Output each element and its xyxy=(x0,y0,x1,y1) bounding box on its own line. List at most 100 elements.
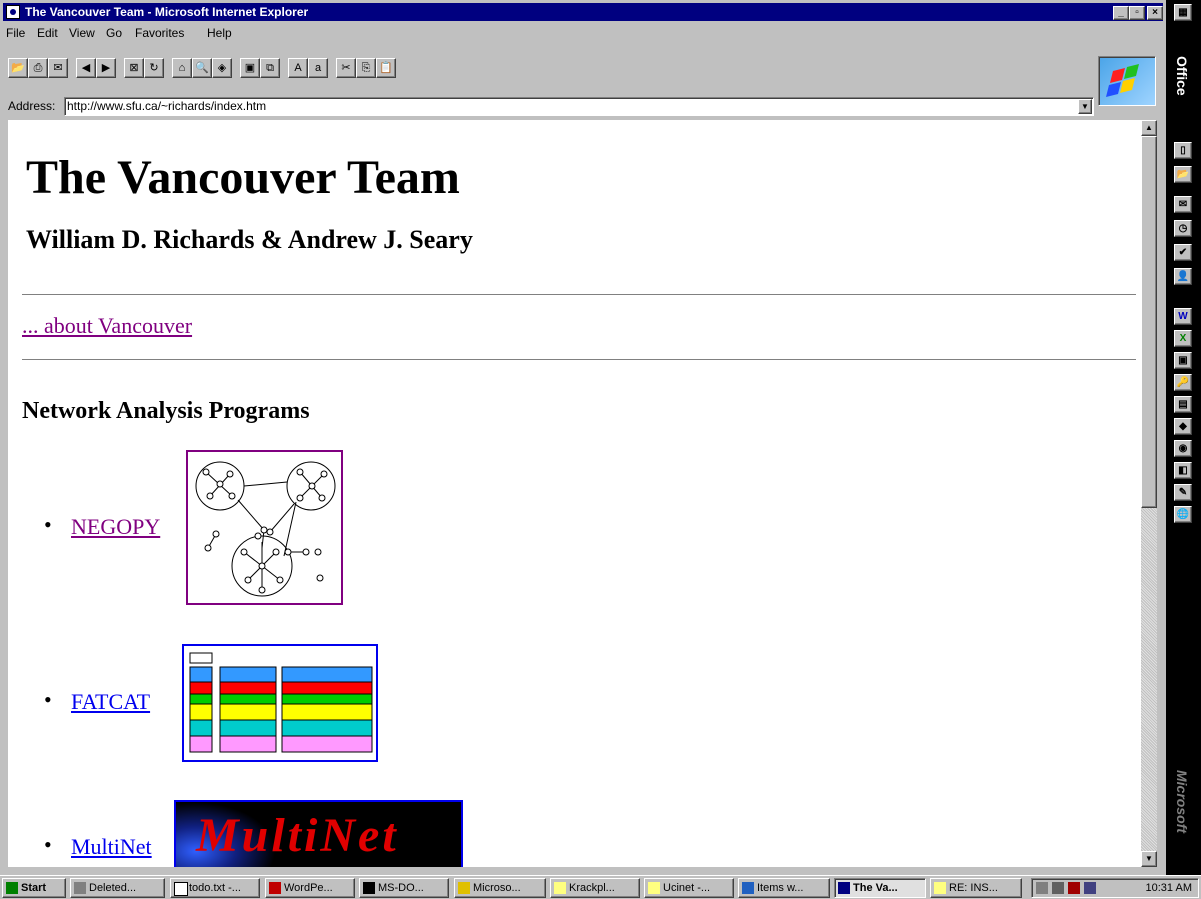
powerpoint-icon[interactable]: ▣ xyxy=(1174,352,1192,369)
clock[interactable]: 10:31 AM xyxy=(1146,882,1192,894)
scroll-down-icon[interactable]: ▼ xyxy=(1141,851,1157,867)
fatcat-table-image[interactable] xyxy=(182,644,378,762)
address-label: Address: xyxy=(8,99,56,113)
print-icon[interactable]: ⎙ xyxy=(28,58,48,78)
divider xyxy=(22,294,1136,296)
task-icon[interactable]: ✔ xyxy=(1174,244,1192,261)
address-input[interactable]: http://www.sfu.ca/~richards/index.htm ▼ xyxy=(64,97,1094,116)
open-document-icon[interactable]: 📂 xyxy=(1174,166,1192,183)
taskbar-item[interactable]: Krackpl... xyxy=(550,878,640,898)
monitor-icon[interactable] xyxy=(1084,882,1096,894)
multinet-link[interactable]: MultiNet xyxy=(71,834,152,860)
notepad-icon xyxy=(174,882,188,896)
battery-icon[interactable] xyxy=(1068,882,1080,894)
network-icon[interactable] xyxy=(1036,882,1048,894)
mail-icon xyxy=(554,882,566,894)
maximize-button[interactable]: ▫ xyxy=(1129,6,1145,20)
start-button[interactable]: Start xyxy=(2,878,66,898)
taskbar-item[interactable]: Deleted... xyxy=(70,878,165,898)
open-folder-icon[interactable]: 📂 xyxy=(8,58,28,78)
taskbar-item[interactable]: Ucinet -... xyxy=(644,878,734,898)
internet-icon[interactable]: 🌐 xyxy=(1174,506,1192,523)
back-icon[interactable]: ◀ xyxy=(76,58,96,78)
authors: William D. Richards & Andrew J. Seary xyxy=(26,225,473,254)
access-icon[interactable]: 🔑 xyxy=(1174,374,1192,391)
taskbar-item[interactable]: MS-DO... xyxy=(359,878,449,898)
appointment-icon[interactable]: ◷ xyxy=(1174,220,1192,237)
bullet: • xyxy=(44,832,52,857)
minimize-button[interactable]: _ xyxy=(1113,6,1129,20)
font-smaller-icon[interactable]: a xyxy=(308,58,328,78)
divider xyxy=(22,359,1136,361)
refresh-icon[interactable]: ↻ xyxy=(144,58,164,78)
stop-icon[interactable]: ⊠ xyxy=(124,58,144,78)
taskbar-item[interactable]: WordPe... xyxy=(265,878,355,898)
menu-help[interactable]: Help xyxy=(207,26,232,40)
menu-go[interactable]: Go xyxy=(106,26,122,40)
paint-icon[interactable]: ✎ xyxy=(1174,484,1192,501)
negopy-link[interactable]: NEGOPY xyxy=(71,514,160,540)
ie-icon[interactable] xyxy=(6,5,20,19)
key-icon xyxy=(458,882,470,894)
browser-window: The Vancouver Team - Microsoft Internet … xyxy=(0,0,1166,875)
menu-edit[interactable]: Edit xyxy=(37,26,58,40)
favorites-icon[interactable]: ◈ xyxy=(212,58,232,78)
close-button[interactable]: × xyxy=(1147,6,1163,20)
bullet: • xyxy=(44,512,52,537)
wordperfect-icon xyxy=(269,882,281,894)
font-larger-icon[interactable]: A xyxy=(288,58,308,78)
mail-icon xyxy=(648,882,660,894)
negopy-network-image[interactable] xyxy=(186,450,343,605)
menu-view[interactable]: View xyxy=(69,26,95,40)
msdos-icon xyxy=(363,882,375,894)
toolbar: 📂 ⎙ ✉ ◀ ▶ ⊠ ↻ ⌂ 🔍 ◈ ▣ ⧉ A a ✂ ⎘ 📋 xyxy=(8,58,1088,84)
taskbar-item[interactable]: todo.txt -... xyxy=(170,878,260,898)
binder-icon[interactable]: ◆ xyxy=(1174,418,1192,435)
msdos-icon[interactable]: ▤ xyxy=(1174,396,1192,413)
volume-icon[interactable] xyxy=(1052,882,1064,894)
notebook-icon[interactable]: ◧ xyxy=(1174,462,1192,479)
menu-file[interactable]: File xyxy=(6,26,25,40)
explorer-icon[interactable]: ◉ xyxy=(1174,440,1192,457)
fullscreen-icon[interactable]: ⧉ xyxy=(260,58,280,78)
microsoft-brand: Microsoft xyxy=(1174,770,1190,833)
section-heading: Network Analysis Programs xyxy=(22,398,310,424)
menu-bar: File Edit View Go Favorites Help xyxy=(3,22,1163,42)
menu-favorites[interactable]: Favorites xyxy=(135,26,184,40)
send-mail-icon[interactable]: ✉ xyxy=(1174,196,1192,213)
paste-icon[interactable]: 📋 xyxy=(376,58,396,78)
multinet-logo-text: MultiNet xyxy=(196,809,399,862)
taskbar-item[interactable]: RE: INS... xyxy=(930,878,1022,898)
contact-icon[interactable]: 👤 xyxy=(1174,268,1192,285)
new-document-icon[interactable]: ▯ xyxy=(1174,142,1192,159)
office-menu-icon[interactable]: ▦ xyxy=(1174,4,1192,21)
mail-icon[interactable]: ✉ xyxy=(48,58,68,78)
bullet: • xyxy=(44,687,52,712)
recycle-icon xyxy=(74,882,86,894)
about-vancouver-link[interactable]: ... about Vancouver xyxy=(22,313,192,339)
excel-icon[interactable]: X xyxy=(1174,330,1192,347)
taskbar-item[interactable]: Items w... xyxy=(738,878,830,898)
address-value: http://www.sfu.ca/~richards/index.htm xyxy=(67,99,267,113)
forward-icon[interactable]: ▶ xyxy=(96,58,116,78)
copy-icon[interactable]: ⎘ xyxy=(356,58,376,78)
scroll-thumb[interactable] xyxy=(1141,136,1157,508)
address-bar: Address: http://www.sfu.ca/~richards/ind… xyxy=(8,97,1094,117)
window-title: The Vancouver Team - Microsoft Internet … xyxy=(25,5,309,19)
vertical-scrollbar[interactable]: ▲ ▼ xyxy=(1141,120,1157,867)
address-dropdown-icon[interactable]: ▼ xyxy=(1078,99,1092,114)
title-bar[interactable]: The Vancouver Team - Microsoft Internet … xyxy=(3,3,1163,21)
ie-icon xyxy=(838,882,850,894)
office-label: Office xyxy=(1174,56,1190,96)
page-title: The Vancouver Team xyxy=(26,151,460,204)
scroll-up-icon[interactable]: ▲ xyxy=(1141,120,1157,136)
channels-icon[interactable]: ▣ xyxy=(240,58,260,78)
word-icon[interactable]: W xyxy=(1174,308,1192,325)
taskbar-item[interactable]: Microso... xyxy=(454,878,546,898)
taskbar-item-active[interactable]: The Va... xyxy=(834,878,926,898)
cut-icon[interactable]: ✂ xyxy=(336,58,356,78)
multinet-logo-image[interactable]: MultiNet xyxy=(174,800,463,867)
home-icon[interactable]: ⌂ xyxy=(172,58,192,78)
fatcat-link[interactable]: FATCAT xyxy=(71,689,150,715)
search-icon[interactable]: 🔍 xyxy=(192,58,212,78)
